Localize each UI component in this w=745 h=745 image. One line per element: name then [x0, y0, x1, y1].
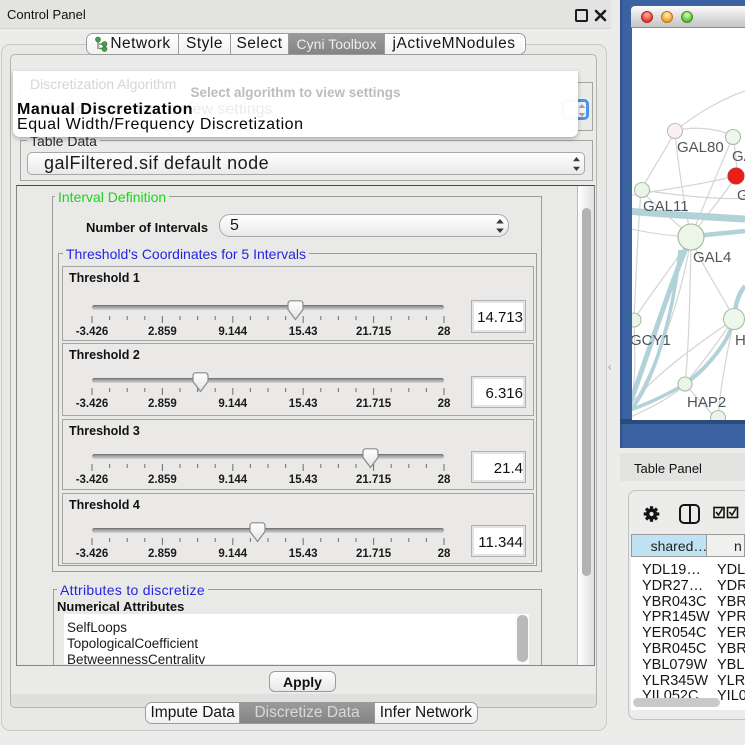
svg-text:G: G — [737, 187, 745, 204]
svg-text:GAL4: GAL4 — [693, 249, 731, 266]
svg-text:GAL11: GAL11 — [643, 198, 689, 215]
svg-text:HAP2: HAP2 — [687, 394, 726, 411]
svg-text:GA: GA — [732, 148, 745, 165]
svg-text:GAL80: GAL80 — [677, 139, 724, 156]
svg-text:GCY1: GCY1 — [632, 332, 671, 349]
svg-text:H: H — [735, 332, 745, 349]
